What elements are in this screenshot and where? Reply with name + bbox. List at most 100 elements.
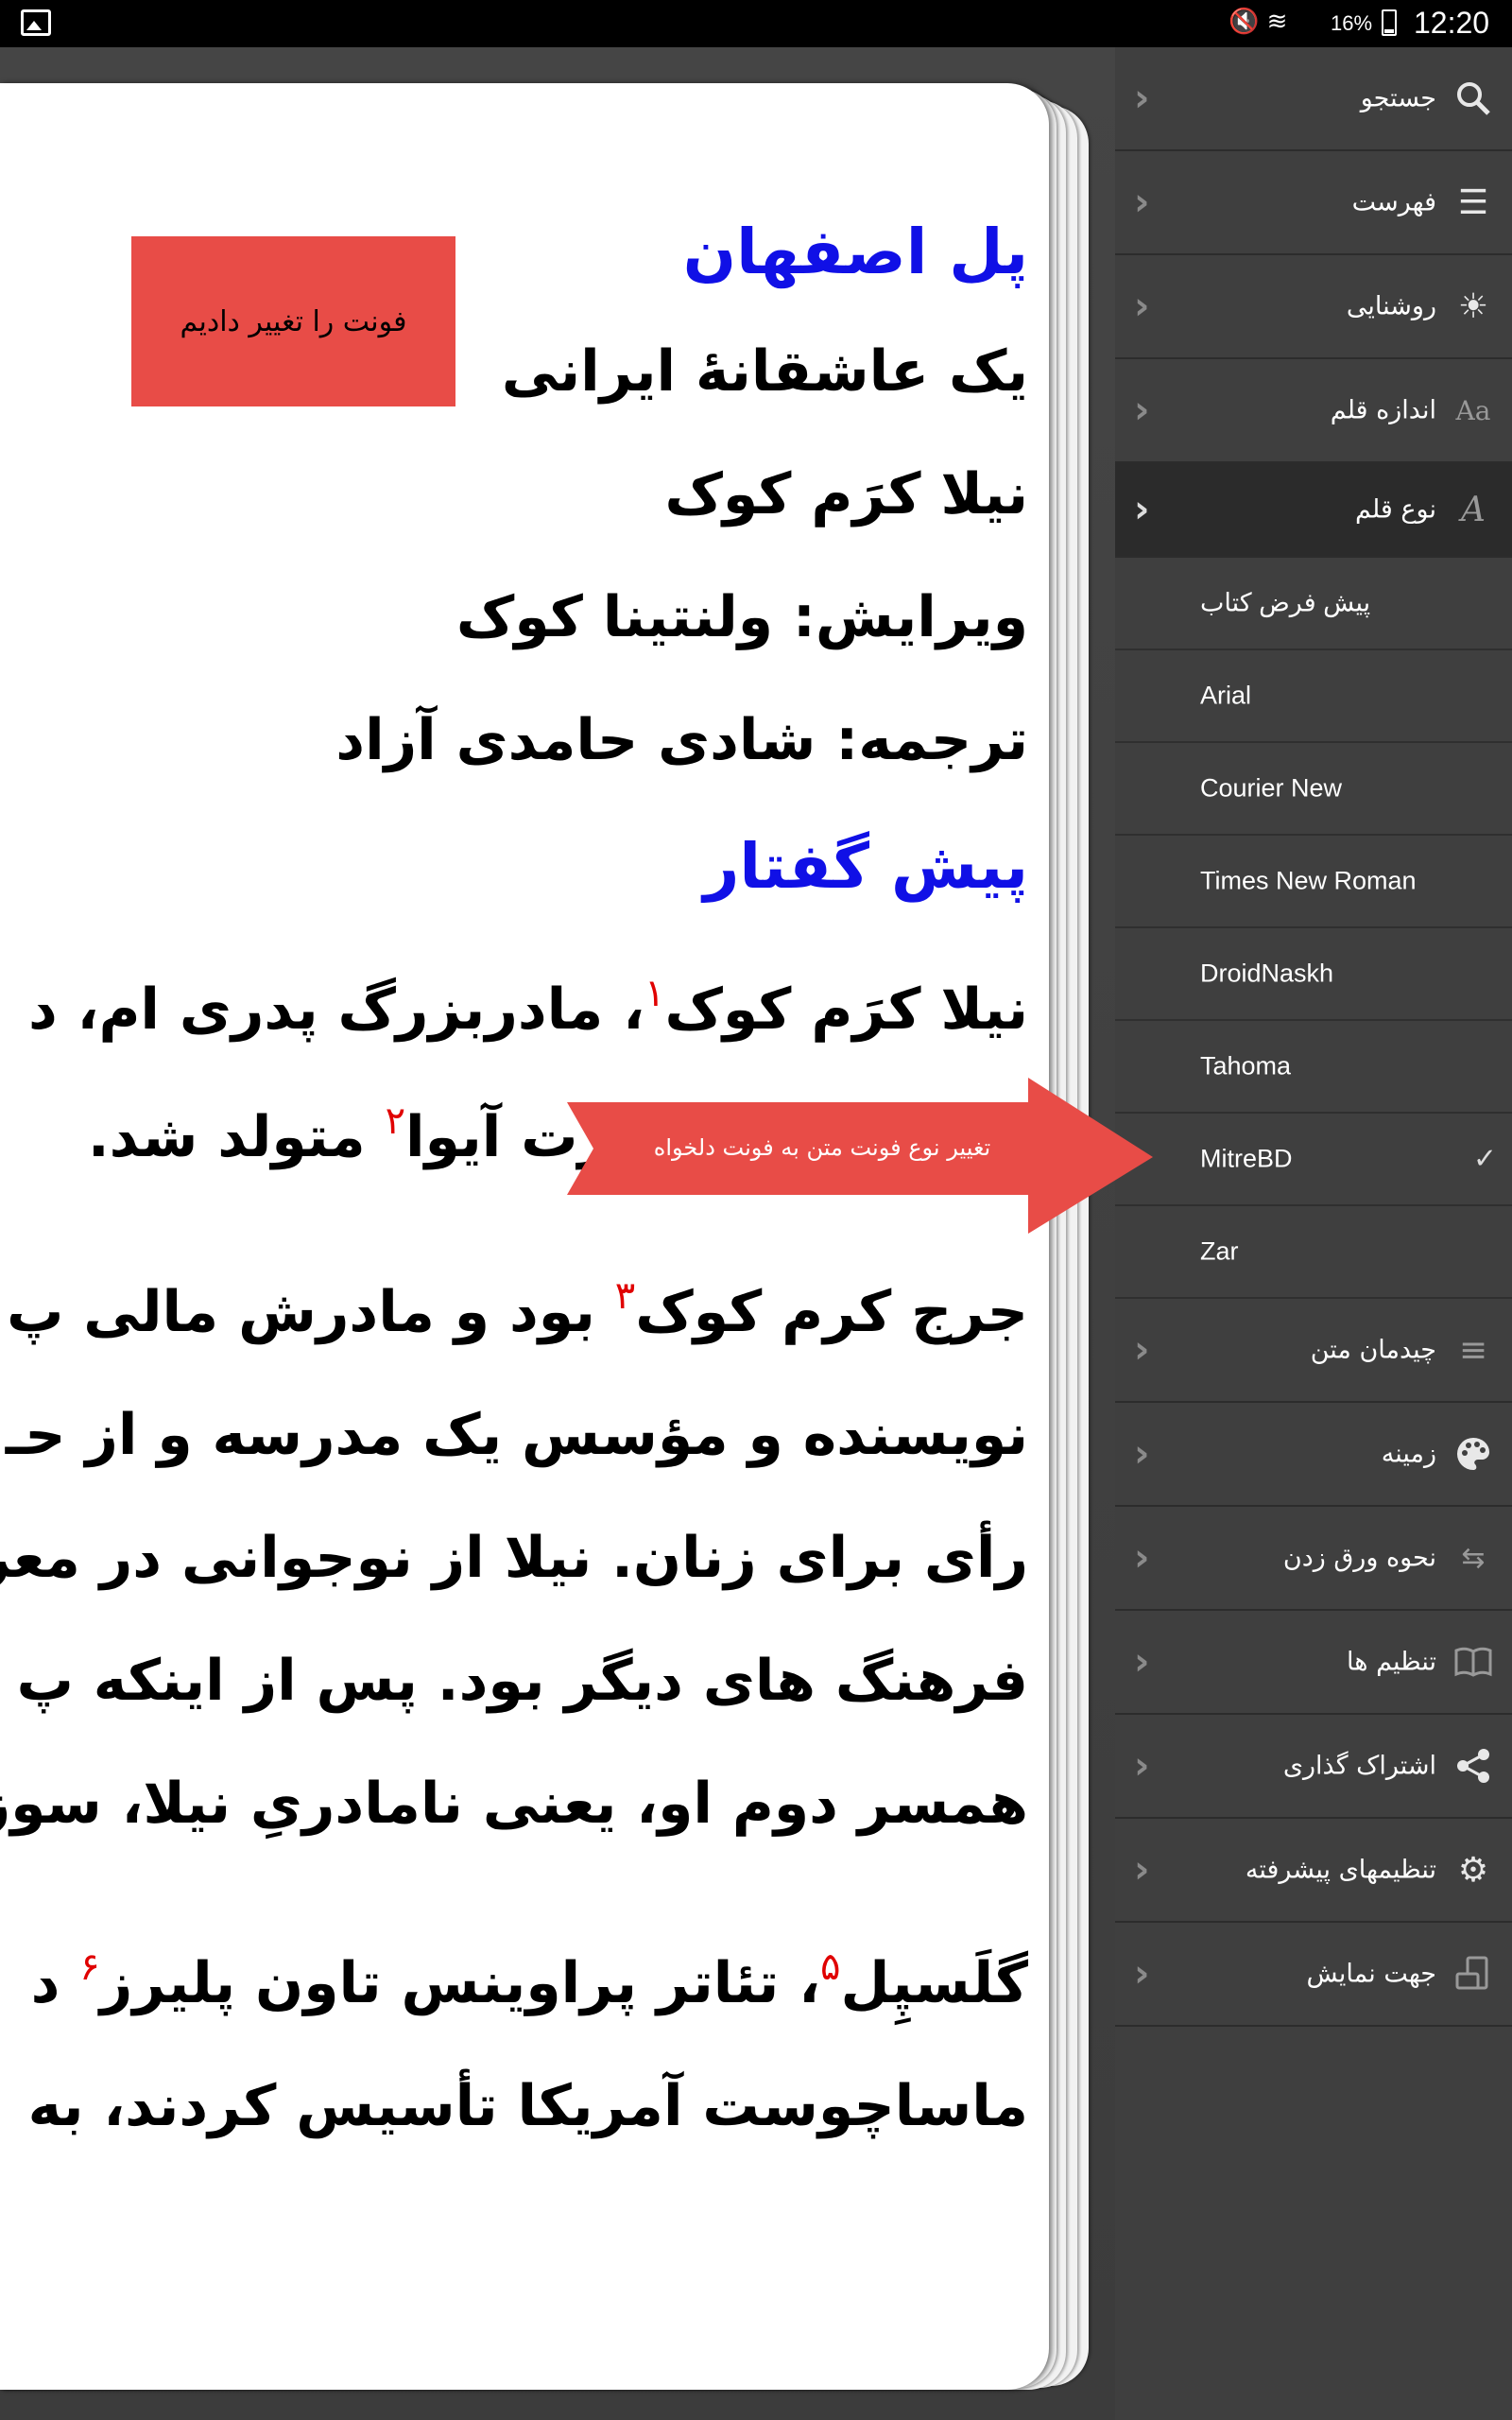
chevron-right-icon: ›: [1134, 285, 1150, 328]
footnote-marker[interactable]: ۲: [386, 1099, 405, 1143]
menu-item-label: اندازه قلم: [1330, 395, 1436, 425]
menu-item-text-layout[interactable]: › چیدمان متن ≡: [1115, 1299, 1512, 1403]
share-icon: [1452, 1744, 1495, 1788]
font-option-droidnaskh[interactable]: DroidNaskh: [1115, 928, 1512, 1021]
menu-item-page-turn[interactable]: › نحوه ورق زدن ⇆: [1115, 1507, 1512, 1611]
text-run: جرج کرم کوک: [635, 1279, 1028, 1345]
menu-item-label: تنظیمهای پیشرفته: [1245, 1855, 1436, 1885]
menu-item-label: جهت نمایش: [1306, 1959, 1436, 1989]
menu-item-label: اشتراک گذاری: [1282, 1751, 1436, 1781]
chevron-right-icon: ›: [1134, 1744, 1150, 1788]
chevron-right-icon: ›: [1134, 1536, 1150, 1580]
battery-level: 16%: [1331, 11, 1373, 35]
brightness-icon: ☀: [1457, 286, 1489, 326]
book-author: نیلا کرَم کوک: [664, 461, 1029, 527]
book-subtitle: یک عاشقانۀ ایرانی: [501, 338, 1028, 405]
menu-item-background[interactable]: › زمینه: [1115, 1403, 1512, 1507]
paragraph-line: نیلا کرَم کوک۱، مادربزرگ پدری ام، د: [28, 972, 1028, 1043]
page-turn-icon: ⇆: [1461, 1541, 1486, 1575]
font-option-label: Arial: [1200, 681, 1252, 710]
menu-item-label: روشنایی: [1346, 291, 1436, 321]
chevron-right-icon: ›: [1134, 1848, 1150, 1892]
menu-item-font-size[interactable]: › اندازه قلم Aa: [1115, 359, 1512, 463]
paragraph-line: رأی برای زنان. نیلا از نوجوانی در معر: [0, 1525, 1028, 1591]
menu-item-brightness[interactable]: › روشنایی ☀: [1115, 255, 1512, 359]
list-icon: ☰: [1457, 182, 1489, 222]
reader-settings-sidebar: › جستجو › فهرست ☰ › روشنایی ☀ › اندازه ق…: [1115, 47, 1512, 2420]
menu-item-label: چیدمان متن: [1310, 1335, 1436, 1365]
menu-item-label: نوع قلم: [1355, 494, 1436, 525]
gallery-notification-icon: [21, 9, 51, 36]
chevron-right-icon: ›: [1134, 389, 1150, 432]
footnote-marker[interactable]: ۵: [820, 1945, 840, 1989]
text-run: ، مادربزرگ پدری ام، د: [27, 977, 645, 1043]
menu-item-label: فهرست: [1351, 187, 1436, 217]
paragraph-line: جرج کرم کوک۳ بود و مادرش مالی پ: [7, 1274, 1028, 1345]
paragraph-line: نویسنده و مؤسس یک مدرسه و از حـ: [5, 1402, 1028, 1468]
text-run: گلَسپِل: [840, 1950, 1029, 2016]
font-option-label: Tahoma: [1200, 1051, 1292, 1080]
chevron-right-icon: ›: [1134, 1328, 1150, 1372]
menu-item-font-type[interactable]: › نوع قلم A: [1115, 463, 1512, 558]
text-align-icon: ≡: [1458, 1330, 1488, 1370]
font-option-zar[interactable]: Zar: [1115, 1206, 1512, 1299]
book-icon: [1452, 1640, 1495, 1684]
text-run: متولد شد.: [87, 1104, 386, 1170]
menu-item-orientation[interactable]: › جهت نمایش: [1115, 1923, 1512, 2027]
chevron-right-icon: ›: [1134, 1432, 1150, 1476]
palette-icon: [1452, 1432, 1495, 1476]
font-option-tahoma[interactable]: Tahoma: [1115, 1021, 1512, 1114]
text-run: بود و مادرش مالی پ: [7, 1279, 615, 1345]
battery-icon: [1382, 9, 1397, 36]
font-option-label: MitreBD: [1200, 1144, 1293, 1173]
paragraph-line: همسر دوم او، یعنی نامادریِ نیلا، سوز: [0, 1771, 1028, 1837]
font-option-times-new-roman[interactable]: Times New Roman: [1115, 836, 1512, 928]
menu-item-advanced-settings[interactable]: › تنظیمهای پیشرفته ⚙: [1115, 1819, 1512, 1923]
footnote-marker[interactable]: ۱: [644, 972, 664, 1015]
menu-item-contents[interactable]: › فهرست ☰: [1115, 151, 1512, 255]
paragraph-line: ماساچوست آمریکا تأسیس کردند، به: [27, 2073, 1028, 2139]
text-run: نیلا کرَم کوک: [664, 977, 1029, 1043]
book-editor: ویرایش: ولنتینا کوک: [455, 584, 1028, 650]
menu-item-settings[interactable]: › تنظیم ها: [1115, 1611, 1512, 1715]
menu-item-label: تنظیم ها: [1347, 1647, 1436, 1677]
menu-item-search[interactable]: › جستجو: [1115, 47, 1512, 151]
font-type-icon: A: [1461, 490, 1486, 529]
text-run: د: [30, 1950, 80, 2016]
status-bar: 🔇 ≋ 16% 12:20: [0, 0, 1512, 47]
paragraph-line: فرهنگ های دیگر بود. پس از اینکه پ: [16, 1648, 1028, 1714]
orientation-icon: [1452, 1952, 1495, 1996]
menu-item-label: نحوه ورق زدن: [1282, 1543, 1436, 1573]
paragraph-line: گلَسپِل۵، تئاتر پراوینس تاون پلیرز۶ د: [31, 1945, 1028, 2016]
chevron-right-icon: ›: [1134, 1952, 1150, 1996]
font-option-courier-new[interactable]: Courier New: [1115, 743, 1512, 836]
book-translator: ترجمه: شادی حامدی آزاد: [335, 707, 1028, 773]
menu-item-label: جستجو: [1360, 83, 1436, 113]
font-option-mitrebd[interactable]: MitreBD ✓: [1115, 1114, 1512, 1206]
clock: 12:20: [1414, 6, 1490, 40]
book-title: پل اصفهان: [682, 216, 1028, 288]
chevron-right-icon: ›: [1134, 1640, 1150, 1684]
gear-icon: ⚙: [1457, 1850, 1489, 1890]
font-option-label: Courier New: [1200, 773, 1343, 803]
search-icon: [1452, 77, 1495, 120]
callout-text: تغییر نوع فونت متن به فونت دلخواه: [653, 1134, 991, 1161]
book-page[interactable]: پل اصفهان یک عاشقانۀ ایرانی نیلا کرَم کو…: [0, 83, 1049, 2390]
font-option-label: پیش فرض کتاب: [1200, 588, 1371, 617]
chevron-right-icon: ›: [1134, 77, 1150, 120]
text-run: ، تئاتر پراوینس تاون پلیرز: [99, 1950, 821, 2016]
footnote-marker[interactable]: ۶: [79, 1945, 99, 1989]
font-size-icon: Aa: [1455, 394, 1491, 426]
font-option-label: Zar: [1200, 1236, 1239, 1266]
footnote-marker[interactable]: ۳: [615, 1274, 635, 1318]
font-option-default[interactable]: پیش فرض کتاب: [1115, 558, 1512, 650]
font-changed-note: فونت را تغییر دادیم: [131, 236, 455, 406]
font-option-arial[interactable]: Arial: [1115, 650, 1512, 743]
checkmark-icon: ✓: [1472, 1142, 1497, 1176]
menu-item-share[interactable]: › اشتراک گذاری: [1115, 1715, 1512, 1819]
signal-icons: 🔇 ≋: [1228, 8, 1288, 36]
font-option-label: Times New Roman: [1200, 866, 1417, 895]
chevron-right-icon: ›: [1134, 181, 1150, 224]
font-option-label: DroidNaskh: [1200, 959, 1334, 988]
section-heading: پیش گفتار: [703, 830, 1028, 903]
